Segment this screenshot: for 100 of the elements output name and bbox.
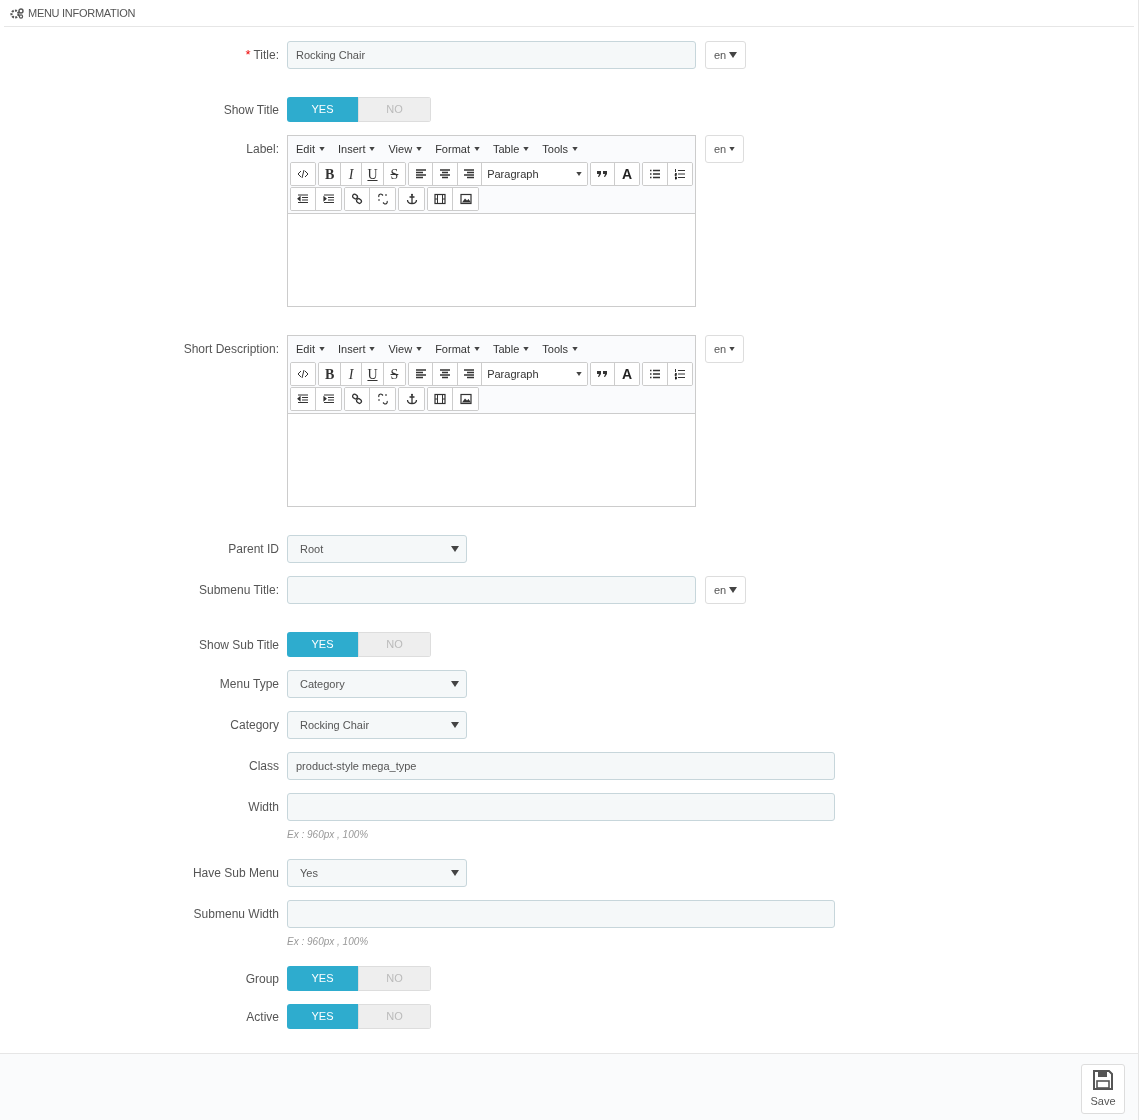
menu-button[interactable]: Insert: [337, 140, 376, 158]
caret-icon: [729, 147, 736, 151]
field-label: Submenu Width: [193, 906, 279, 923]
field-label: Active: [246, 1008, 279, 1026]
toolbar-button[interactable]: [399, 188, 424, 210]
select-dropdown[interactable]: Root: [287, 535, 467, 563]
field-label: Title:: [253, 47, 279, 64]
toolbar-button[interactable]: [590, 163, 615, 185]
toolbar-button[interactable]: [291, 388, 316, 410]
outdent-icon: [297, 393, 309, 405]
toolbar-button[interactable]: [291, 188, 316, 210]
menu-button[interactable]: View: [388, 340, 423, 358]
required-asterisk: *: [245, 46, 251, 65]
language-dropdown[interactable]: en: [705, 576, 747, 604]
align-right-icon: [463, 368, 476, 380]
text-field[interactable]: [287, 793, 835, 821]
caret-icon: [575, 172, 582, 176]
caret-icon: [369, 347, 376, 351]
toolbar-button[interactable]: [399, 388, 424, 410]
gears-icon: [10, 7, 24, 19]
text-field[interactable]: product-style mega_type: [287, 752, 835, 780]
field-label: Have Sub Menu: [192, 865, 279, 882]
language-dropdown[interactable]: en: [705, 41, 747, 69]
caret-icon: [474, 147, 480, 151]
menu-button[interactable]: Edit: [296, 140, 325, 158]
toolbar-button[interactable]: [409, 163, 434, 185]
caret-icon: [571, 347, 578, 351]
text-field[interactable]: [287, 900, 835, 928]
toolbar-button[interactable]: [409, 363, 434, 385]
toolbar-button[interactable]: [590, 363, 615, 385]
field-label: Show Title: [223, 101, 279, 119]
code-icon: [297, 168, 310, 180]
caret-icon: [729, 587, 738, 593]
select-dropdown[interactable]: Yes: [287, 859, 467, 887]
field-label: Menu Type: [219, 676, 279, 693]
caret-icon: [416, 147, 423, 151]
field-label: Class: [249, 758, 279, 775]
caret-icon: [523, 147, 530, 151]
toolbar-button[interactable]: [345, 188, 370, 210]
numbered-list-icon: [673, 168, 686, 180]
language-dropdown[interactable]: en: [705, 135, 745, 163]
image-icon: [459, 193, 472, 205]
align-center-icon: [439, 368, 452, 380]
menu-button[interactable]: Edit: [296, 340, 325, 358]
align-left-icon: [414, 168, 427, 180]
field-label: Parent ID: [228, 541, 279, 558]
toolbar-button[interactable]: [291, 163, 316, 185]
anchor-icon: [405, 393, 418, 405]
link-icon: [351, 193, 363, 205]
menu-button[interactable]: Table: [493, 140, 530, 158]
toolbar-button[interactable]: [428, 188, 453, 210]
menu-button[interactable]: Format: [435, 340, 480, 358]
code-icon: [297, 368, 310, 380]
field-label: Submenu Title:: [198, 582, 279, 599]
menu-button[interactable]: Table: [493, 340, 530, 358]
caret-icon: [416, 347, 423, 351]
video-icon: [434, 193, 446, 205]
menu-button[interactable]: Tools: [542, 340, 578, 358]
language-dropdown[interactable]: en: [705, 335, 745, 363]
unlink-icon: [376, 193, 389, 205]
toolbar-button[interactable]: [643, 363, 668, 385]
text-field[interactable]: Rocking Chair: [287, 41, 696, 69]
caret-icon: [451, 681, 459, 687]
align-center-icon: [439, 168, 452, 180]
select-dropdown[interactable]: Rocking Chair: [287, 711, 467, 739]
indent-icon: [322, 193, 335, 205]
toolbar-button[interactable]: [428, 388, 453, 410]
caret-icon: [451, 722, 459, 728]
caret-icon: [523, 347, 530, 351]
field-hint: Ex : 960px , 100%: [287, 935, 370, 949]
caret-icon: [451, 546, 459, 552]
bold-button[interactable]: B: [319, 363, 341, 385]
menu-button[interactable]: Insert: [337, 340, 376, 358]
menu-button[interactable]: View: [388, 140, 423, 158]
caret-icon: [729, 347, 736, 351]
save-button[interactable]: Save: [1081, 1064, 1125, 1114]
toolbar-button[interactable]: [291, 363, 316, 385]
bullet-list-icon: [648, 168, 661, 180]
menu-button[interactable]: Format: [435, 140, 480, 158]
outdent-icon: [297, 193, 309, 205]
toolbar-button[interactable]: [643, 163, 668, 185]
text-field[interactable]: [287, 576, 696, 604]
field-label: Label:: [246, 141, 279, 158]
caret-icon: [575, 372, 582, 376]
field-label: Group: [245, 970, 279, 988]
select-dropdown[interactable]: Category: [287, 670, 467, 698]
caret-icon: [369, 147, 376, 151]
menu-button[interactable]: Tools: [542, 140, 578, 158]
unlink-icon: [376, 393, 389, 405]
caret-icon: [571, 147, 578, 151]
caret-icon: [318, 347, 325, 351]
caret-icon: [474, 347, 480, 351]
quote-icon: [596, 168, 609, 180]
toolbar-button[interactable]: [345, 388, 370, 410]
caret-icon: [729, 52, 738, 58]
bold-button[interactable]: B: [319, 163, 341, 185]
caret-icon: [318, 147, 325, 151]
numbered-list-icon: [673, 368, 686, 380]
field-label: Show Sub Title: [198, 636, 279, 654]
field-label: Category: [230, 717, 279, 734]
